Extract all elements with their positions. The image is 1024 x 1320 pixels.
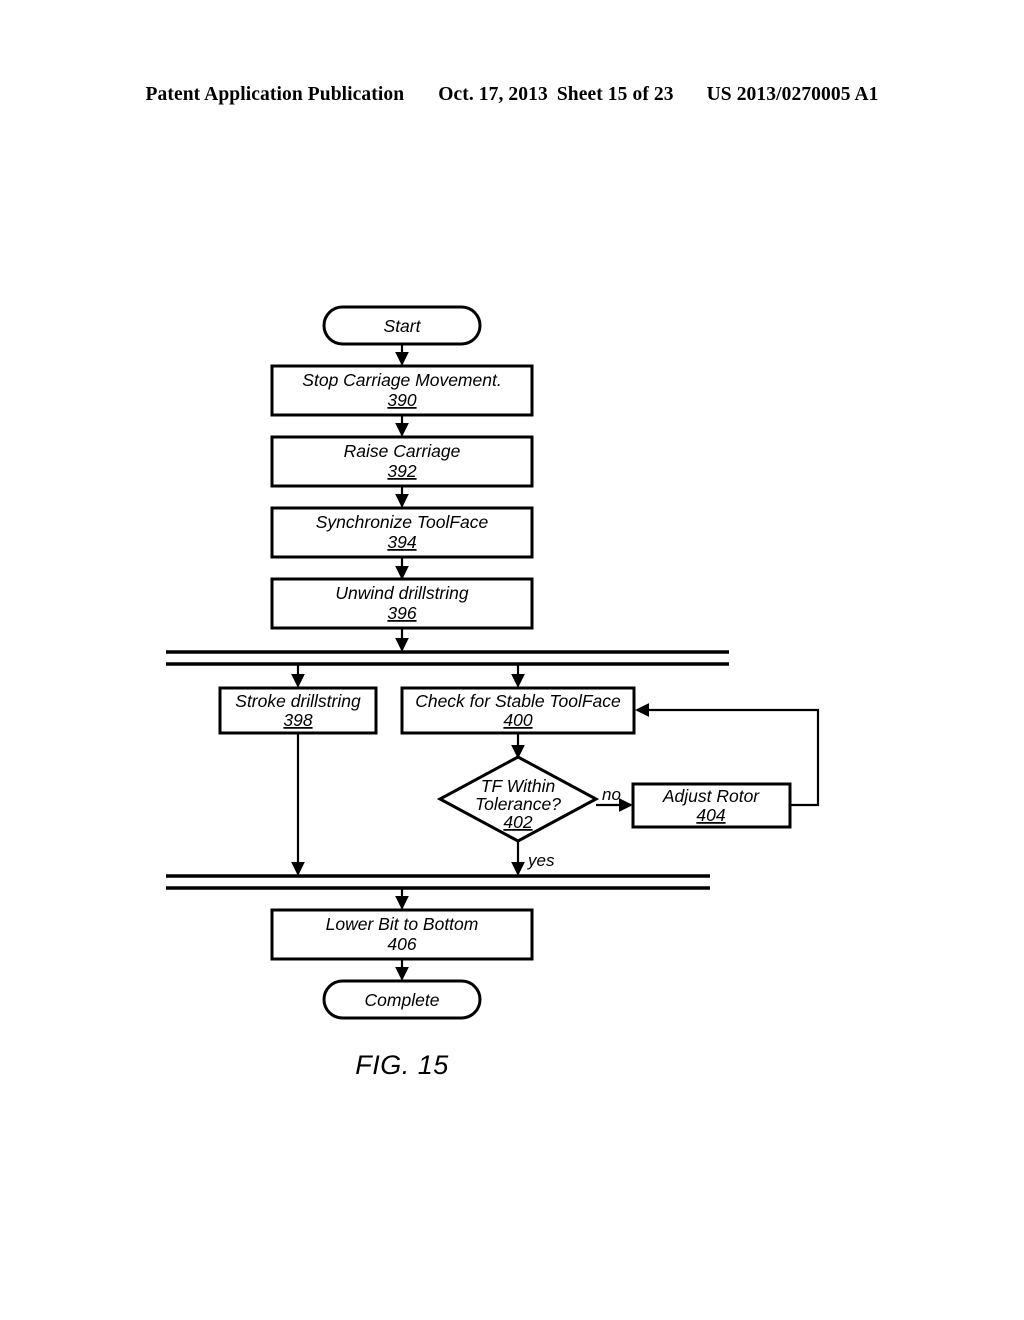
figure-15-flowchart: Start Stop Carriage Movement. 390 Raise … [0, 0, 1024, 1320]
node-check-stable-toolface-label: Check for Stable ToolFace [415, 691, 621, 711]
figure-caption: FIG. 15 [355, 1050, 449, 1080]
node-adjust-rotor[interactable]: Adjust Rotor 404 [631, 782, 792, 829]
patent-drawing-page: Patent Application Publication Oct. 17, … [0, 0, 1024, 1320]
join-bar [166, 874, 710, 890]
node-lower-bit-to-bottom-label: Lower Bit to Bottom [326, 914, 479, 934]
node-adjust-rotor-ref: 404 [696, 805, 725, 825]
edge-label-no: no [602, 785, 621, 804]
node-unwind-drillstring[interactable]: Unwind drillstring 396 [270, 577, 534, 630]
node-check-stable-toolface[interactable]: Check for Stable ToolFace 400 [400, 686, 636, 735]
edge-label-yes: yes [527, 851, 555, 870]
node-stop-carriage-movement-label: Stop Carriage Movement. [302, 370, 501, 390]
node-tf-within-tolerance-label-line2: Tolerance? [475, 794, 561, 814]
node-synchronize-toolface[interactable]: Synchronize ToolFace 394 [270, 506, 534, 559]
node-tf-within-tolerance-ref: 402 [503, 812, 532, 832]
node-stroke-drillstring-label: Stroke drillstring [235, 691, 361, 711]
node-complete-label: Complete [365, 990, 440, 1010]
node-unwind-drillstring-label: Unwind drillstring [335, 583, 469, 603]
node-complete[interactable]: Complete [322, 979, 482, 1020]
node-start[interactable]: Start [322, 305, 482, 346]
node-raise-carriage-label: Raise Carriage [344, 441, 461, 461]
node-stroke-drillstring[interactable]: Stroke drillstring 398 [218, 686, 378, 735]
node-check-stable-toolface-ref: 400 [503, 710, 532, 730]
fork-bar [166, 650, 729, 666]
node-lower-bit-to-bottom[interactable]: Lower Bit to Bottom 406 [270, 908, 534, 961]
node-lower-bit-to-bottom-ref: 406 [387, 934, 416, 954]
node-raise-carriage-ref: 392 [387, 461, 416, 481]
node-stroke-drillstring-ref: 398 [283, 710, 312, 730]
node-adjust-rotor-label: Adjust Rotor [662, 786, 760, 806]
node-stop-carriage-movement-ref: 390 [387, 390, 416, 410]
node-tf-within-tolerance-decision[interactable]: TF Within Tolerance? 402 [436, 755, 600, 843]
node-start-label: Start [384, 316, 422, 336]
node-synchronize-toolface-ref: 394 [387, 532, 416, 552]
node-stop-carriage-movement[interactable]: Stop Carriage Movement. 390 [270, 364, 534, 417]
node-unwind-drillstring-ref: 396 [387, 603, 416, 623]
node-raise-carriage[interactable]: Raise Carriage 392 [270, 435, 534, 488]
node-synchronize-toolface-label: Synchronize ToolFace [316, 512, 489, 532]
node-tf-within-tolerance-label-line1: TF Within [481, 776, 555, 796]
